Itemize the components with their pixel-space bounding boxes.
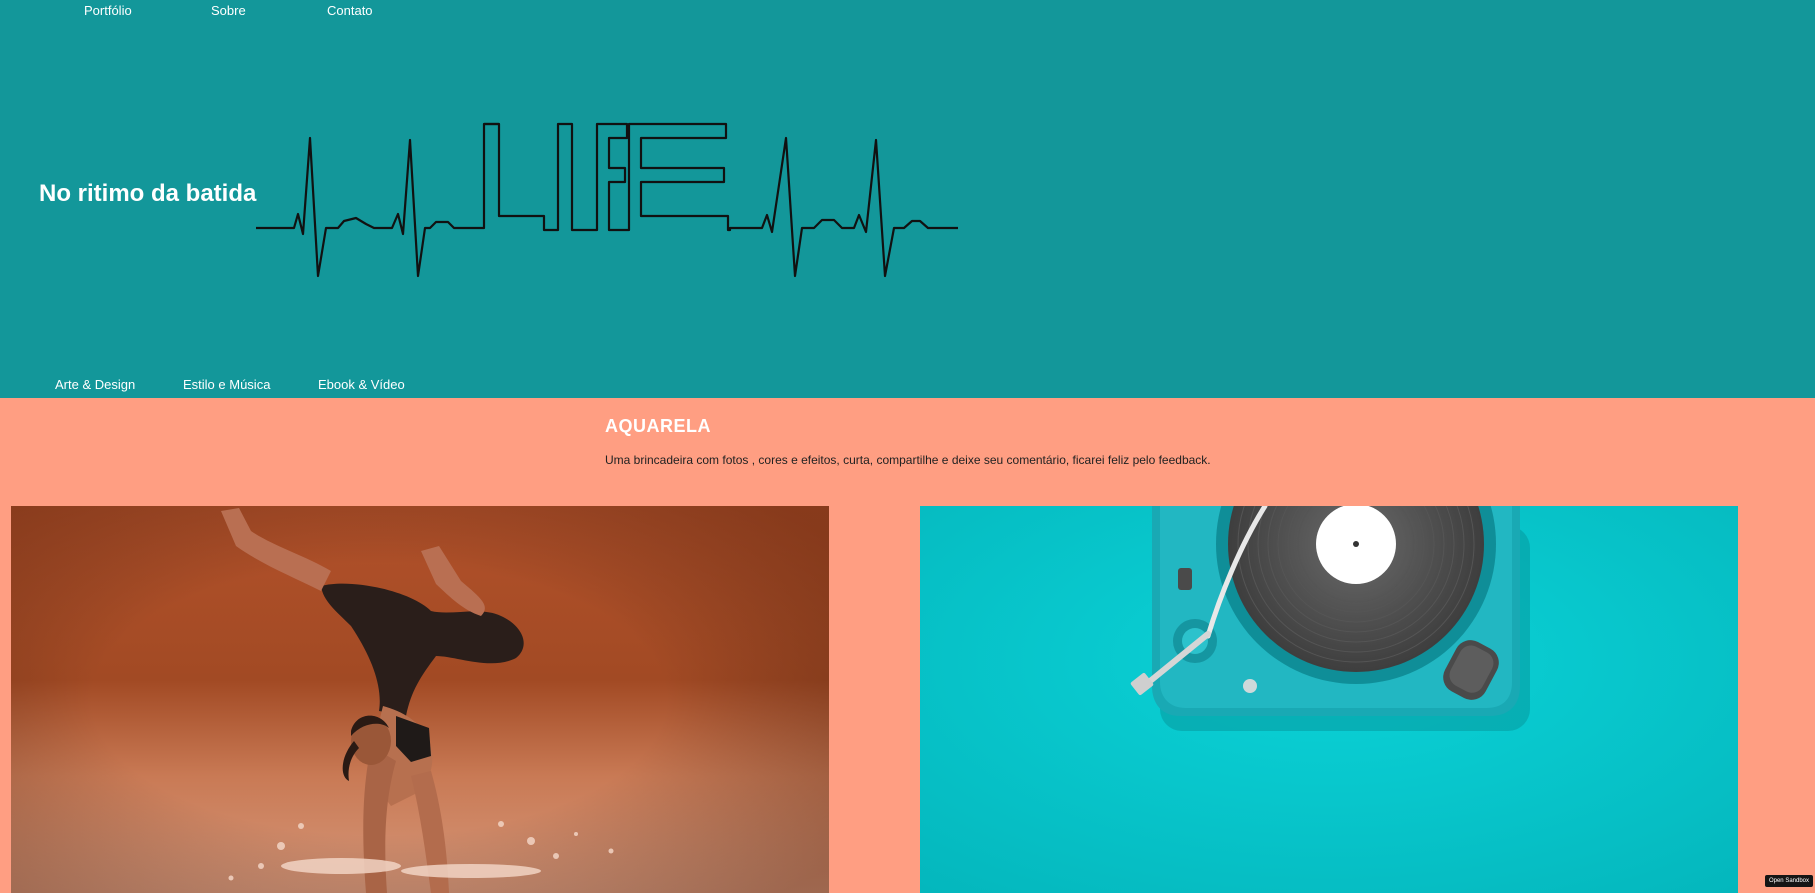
- section-description: Uma brincadeira com fotos , cores e efei…: [605, 453, 1211, 467]
- turntable-photo: [920, 506, 1738, 893]
- life-heartbeat-logo: [256, 122, 958, 278]
- site-header: Portfólio Sobre Contato No ritimo da bat…: [0, 0, 1815, 398]
- section-title: AQUARELA: [605, 416, 711, 436]
- dancer-photo: [11, 506, 829, 893]
- category-estilo-musica[interactable]: Estilo e Música: [183, 377, 270, 392]
- category-arte-design[interactable]: Arte & Design: [55, 377, 135, 392]
- nav-link-portfolio[interactable]: Portfólio: [84, 3, 132, 18]
- nav-link-contato[interactable]: Contato: [327, 3, 373, 18]
- category-ebook-video[interactable]: Ebook & Vídeo: [318, 377, 405, 392]
- site-title: No ritimo da batida: [39, 180, 257, 207]
- open-sandbox-button[interactable]: Open Sandbox: [1764, 875, 1813, 887]
- nav-link-sobre[interactable]: Sobre: [211, 3, 246, 18]
